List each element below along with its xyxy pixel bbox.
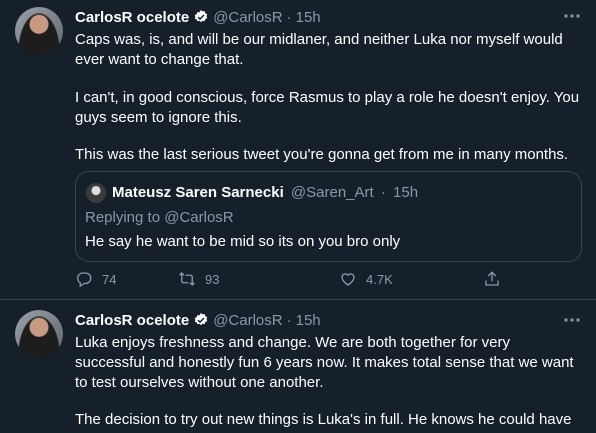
- quoted-header: Mateusz Saren Sarnecki @Saren_Art · 15h: [112, 184, 418, 201]
- separator: ·: [286, 8, 292, 26]
- tweet[interactable]: CarlosR ocelote @CarlosR · 15h Caps was,…: [0, 0, 596, 300]
- retweet-count: 93: [205, 271, 220, 287]
- tweet-text-paragraph: The decision to try out new things is Lu…: [75, 411, 572, 428]
- quoted-tweet[interactable]: Mateusz Saren Sarnecki @Saren_Art · 15h …: [75, 171, 582, 262]
- quoted-text: He say he want to be mid so its on you b…: [85, 233, 401, 250]
- tweet-text-paragraph: This was the last serious tweet you're g…: [75, 146, 569, 163]
- tweet-text-paragraph: Luka enjoys freshness and change. We are…: [75, 334, 574, 391]
- avatar[interactable]: [15, 7, 63, 55]
- author-name[interactable]: CarlosR ocelote: [75, 312, 189, 329]
- tweet[interactable]: CarlosR ocelote @CarlosR · 15h Luka enjo…: [0, 300, 596, 433]
- tweet-actions: 74 93 4.7K: [75, 270, 505, 292]
- share-button[interactable]: [483, 270, 501, 288]
- author-name[interactable]: CarlosR ocelote: [75, 9, 189, 26]
- reply-count: 74: [102, 271, 117, 287]
- separator: ·: [380, 184, 386, 201]
- share-icon: [485, 271, 499, 286]
- author-handle[interactable]: @CarlosR: [213, 312, 282, 329]
- quoted-timestamp: 15h: [393, 184, 419, 201]
- tweet-text-paragraph: I can't, in good conscious, force Rasmus…: [75, 89, 580, 126]
- quoted-avatar: [86, 183, 106, 203]
- timestamp[interactable]: 15h: [296, 312, 321, 329]
- quoted-author-name: Mateusz Saren Sarnecki: [112, 184, 284, 201]
- timestamp[interactable]: 15h: [296, 9, 321, 26]
- quoted-author-handle: @Saren_Art: [290, 184, 374, 201]
- reply-icon: [77, 272, 92, 288]
- retweet-icon: [179, 272, 195, 286]
- like-count: 4.7K: [366, 271, 393, 287]
- avatar[interactable]: [15, 310, 63, 358]
- tweet-text-paragraph: Caps was, is, and will be our midlaner, …: [75, 31, 563, 68]
- verified-badge-icon: [195, 313, 208, 326]
- more-icon[interactable]: [562, 312, 582, 328]
- reply-button[interactable]: 74: [75, 270, 116, 288]
- tweet-header: CarlosR ocelote @CarlosR · 15h: [75, 310, 321, 330]
- author-handle[interactable]: @CarlosR: [213, 9, 282, 26]
- like-button[interactable]: 4.7K: [339, 270, 393, 288]
- separator: ·: [286, 311, 292, 329]
- replying-prefix: Replying to: [85, 209, 165, 226]
- more-icon[interactable]: [562, 8, 582, 24]
- tweet-header: CarlosR ocelote @CarlosR · 15h: [75, 7, 321, 27]
- retweet-button[interactable]: 93: [178, 270, 219, 288]
- replying-to: Replying to @CarlosR: [85, 209, 234, 226]
- verified-badge-icon: [195, 10, 208, 23]
- replying-mention[interactable]: @CarlosR: [164, 209, 233, 226]
- like-icon: [341, 273, 355, 286]
